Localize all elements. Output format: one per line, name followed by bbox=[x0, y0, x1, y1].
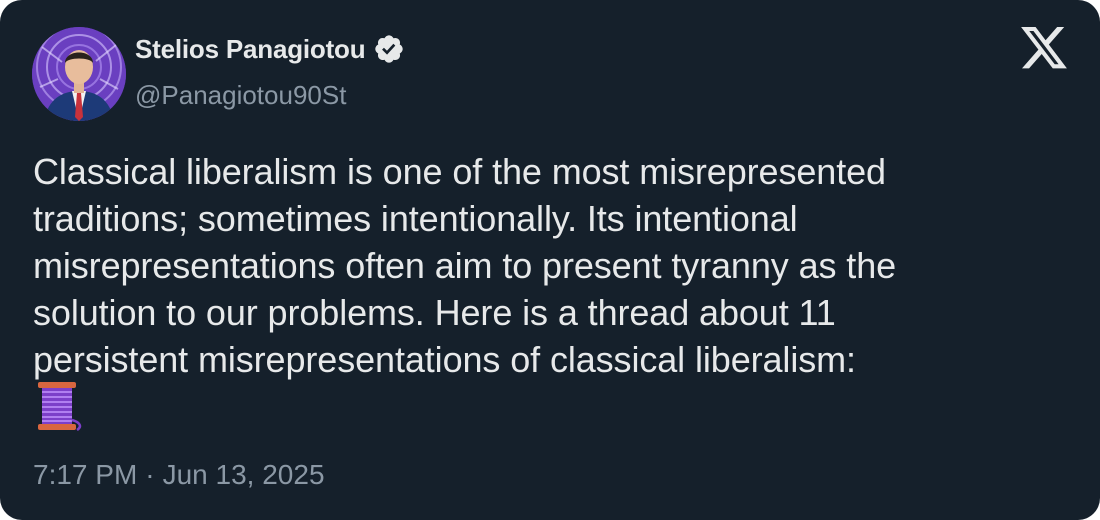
profile-avatar[interactable] bbox=[32, 27, 126, 121]
thread-spool-emoji bbox=[38, 382, 82, 432]
x-logo-icon[interactable] bbox=[1021, 27, 1067, 69]
author-handle[interactable]: @Panagiotou90St bbox=[135, 80, 346, 111]
verified-badge-icon bbox=[375, 35, 404, 63]
author-name[interactable]: Stelios Panagiotou bbox=[135, 34, 366, 65]
tweet-date: Jun 13, 2025 bbox=[162, 459, 325, 490]
tweet-time: 7:17 PM bbox=[33, 459, 138, 490]
timestamp-separator: · bbox=[145, 459, 155, 490]
avatar-image bbox=[32, 27, 126, 121]
tweet-card: Stelios Panagiotou @Panagiotou90St Class… bbox=[0, 0, 1100, 520]
tweet-text: Classical liberalism is one of the most … bbox=[33, 151, 897, 380]
author-name-row: Stelios Panagiotou bbox=[135, 33, 405, 65]
tweet-timestamp[interactable]: 7:17 PM · Jun 13, 2025 bbox=[33, 459, 325, 491]
